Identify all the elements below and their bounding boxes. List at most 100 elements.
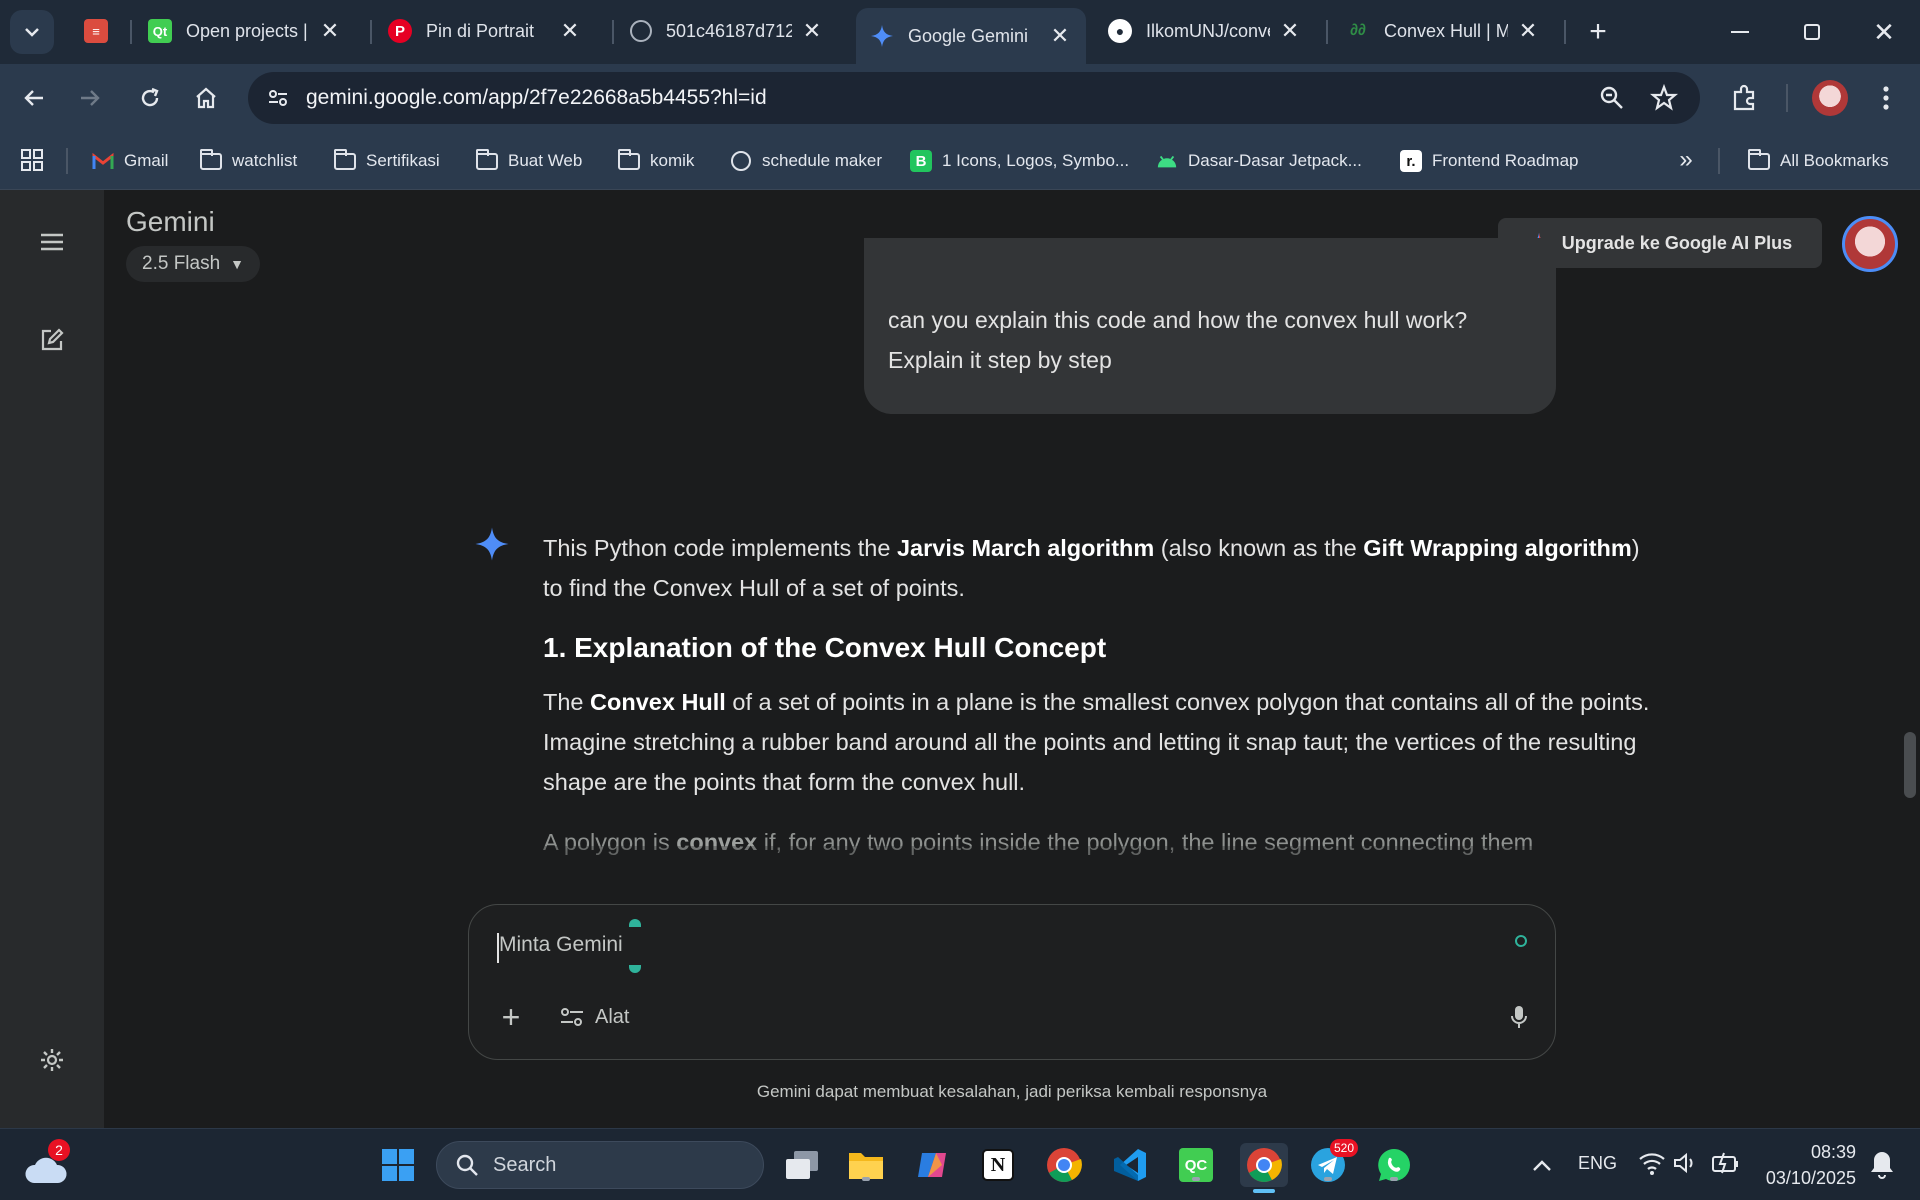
bookmark-gmail[interactable]: Gmail	[92, 146, 168, 176]
home-button[interactable]	[186, 78, 226, 118]
site-info-icon[interactable]	[266, 86, 290, 110]
tab-title: Google Gemini	[908, 25, 1029, 46]
restore-button[interactable]	[1792, 14, 1832, 50]
tab-title: IlkomUNJ/conve	[1146, 20, 1270, 41]
tab-search-button[interactable]	[10, 10, 54, 54]
close-icon[interactable]: ✕	[558, 18, 582, 44]
back-button[interactable]	[14, 78, 54, 118]
account-avatar[interactable]	[1842, 216, 1898, 272]
bookmark-folder-komik[interactable]: komik	[618, 146, 694, 176]
telegram-button[interactable]: 520	[1306, 1139, 1359, 1187]
microphone-button[interactable]	[1499, 997, 1539, 1037]
file-explorer-button[interactable]	[844, 1143, 888, 1187]
notion-icon: N	[982, 1149, 1014, 1181]
extensions-button[interactable]	[1724, 78, 1764, 118]
bookmarks-overflow-icon[interactable]: »	[1672, 146, 1700, 176]
prompt-input[interactable]: Minta Gemini	[499, 933, 1399, 965]
chrome-button[interactable]	[1042, 1143, 1086, 1187]
tab-todoist[interactable]: ≡	[70, 8, 128, 54]
reload-button[interactable]	[130, 78, 170, 118]
close-icon[interactable]: ✕	[800, 18, 824, 44]
language-indicator[interactable]: ENG	[1578, 1153, 1617, 1174]
model-response: This Python code implements the Jarvis M…	[543, 528, 1653, 882]
telegram-badge: 520	[1330, 1139, 1359, 1157]
bookmark-folder-watchlist[interactable]: watchlist	[200, 146, 297, 176]
all-bookmarks[interactable]: All Bookmarks	[1748, 146, 1889, 176]
model-label: 2.5 Flash	[142, 253, 221, 274]
vscode-button[interactable]	[1108, 1143, 1152, 1187]
tab-separator	[370, 20, 372, 44]
folder-icon	[476, 148, 498, 172]
tab-qt-open-projects[interactable]: Qt Open projects | ( ✕	[134, 8, 356, 54]
bookmark-folder-sertifikasi[interactable]: Sertifikasi	[334, 146, 440, 176]
notion-button[interactable]: N	[976, 1143, 1020, 1187]
zoom-icon[interactable]	[1598, 84, 1626, 112]
model-selector[interactable]: 2.5 Flash ▼	[126, 246, 261, 282]
battery-icon[interactable]	[1710, 1151, 1740, 1179]
user-message-line: Explain it step by step	[888, 347, 1112, 373]
bookmark-folder-buat-web[interactable]: Buat Web	[476, 146, 582, 176]
profile-avatar[interactable]	[1812, 80, 1848, 116]
pinterest-icon: P	[388, 19, 412, 43]
tab-globe-page[interactable]: 501c46187d7125 ✕	[616, 8, 838, 54]
main-menu-button[interactable]	[32, 222, 72, 262]
notifications-button[interactable]	[1868, 1149, 1900, 1181]
roadmap-icon: r.	[1400, 150, 1422, 172]
taskbar-search-box[interactable]: Search	[436, 1141, 764, 1189]
gmail-icon	[92, 150, 114, 172]
qt-creator-button[interactable]: QC	[1174, 1143, 1218, 1187]
tools-label: Alat	[595, 1005, 630, 1028]
bookmark-icons-logos[interactable]: B 1 Icons, Logos, Symbo...	[910, 146, 1129, 176]
wifi-icon[interactable]	[1638, 1151, 1666, 1179]
chrome-active-button[interactable]	[1240, 1143, 1288, 1193]
tab-title: Open projects | (	[186, 20, 310, 41]
upgrade-label: Upgrade ke Google AI Plus	[1561, 232, 1793, 253]
tab-pinterest[interactable]: P Pin di Portrait ✕	[374, 8, 596, 54]
home-icon	[196, 87, 216, 109]
search-icon	[456, 1154, 478, 1176]
weather-widget[interactable]: 2	[24, 1139, 70, 1185]
clock[interactable]: 08:39 03/10/2025	[1756, 1139, 1856, 1191]
close-icon[interactable]: ✕	[1516, 18, 1540, 44]
copilot-button[interactable]	[910, 1143, 954, 1187]
whatsapp-button[interactable]	[1372, 1143, 1416, 1187]
close-window-button[interactable]: ✕	[1864, 12, 1904, 52]
globe-icon	[730, 150, 752, 172]
active-indicator	[1253, 1189, 1275, 1193]
start-button[interactable]	[376, 1143, 420, 1187]
address-bar[interactable]: gemini.google.com/app/2f7e22668a5b4455?h…	[248, 72, 1700, 124]
running-indicator	[1192, 1177, 1200, 1181]
volume-icon[interactable]	[1672, 1151, 1700, 1179]
bookmark-jetpack[interactable]: Dasar-Dasar Jetpack...	[1156, 146, 1362, 176]
close-icon[interactable]: ✕	[1278, 18, 1302, 44]
folder-icon	[618, 148, 640, 172]
tab-github[interactable]: ● IlkomUNJ/conve ✕	[1094, 8, 1316, 54]
close-icon[interactable]: ✕	[318, 18, 342, 44]
apps-grid-icon[interactable]	[20, 148, 44, 172]
settings-button[interactable]	[32, 1040, 72, 1080]
scrollbar-thumb[interactable]	[1904, 732, 1916, 798]
globe-icon	[630, 20, 652, 42]
tools-button[interactable]: Alat	[559, 999, 629, 1035]
bookmark-frontend-roadmap[interactable]: r. Frontend Roadmap	[1400, 146, 1578, 176]
prompt-input-box: Minta Gemini + Alat	[468, 904, 1556, 1060]
more-vert-icon	[1883, 86, 1889, 110]
new-chat-button[interactable]	[32, 320, 72, 360]
show-hidden-icons[interactable]	[1526, 1149, 1558, 1181]
minimize-button[interactable]	[1720, 14, 1760, 50]
forward-button[interactable]	[70, 78, 110, 118]
close-icon[interactable]: ✕	[1048, 23, 1072, 49]
bookmark-schedule-maker[interactable]: schedule maker	[730, 146, 882, 176]
tab-convex-hull[interactable]: ∂∂ Convex Hull | Ma ✕	[1332, 8, 1554, 54]
tab-separator	[1326, 20, 1328, 44]
tab-separator	[612, 20, 614, 44]
star-icon[interactable]	[1649, 83, 1679, 112]
gemini-side-nav	[0, 190, 104, 1128]
new-tab-button[interactable]: +	[1580, 14, 1616, 50]
browser-menu-button[interactable]	[1866, 78, 1906, 118]
vscode-icon	[1114, 1149, 1146, 1181]
tab-google-gemini[interactable]: Google Gemini ✕	[856, 8, 1086, 64]
task-view-button[interactable]	[780, 1143, 824, 1187]
add-file-button[interactable]: +	[491, 997, 531, 1037]
bookmark-label: schedule maker	[762, 151, 883, 170]
